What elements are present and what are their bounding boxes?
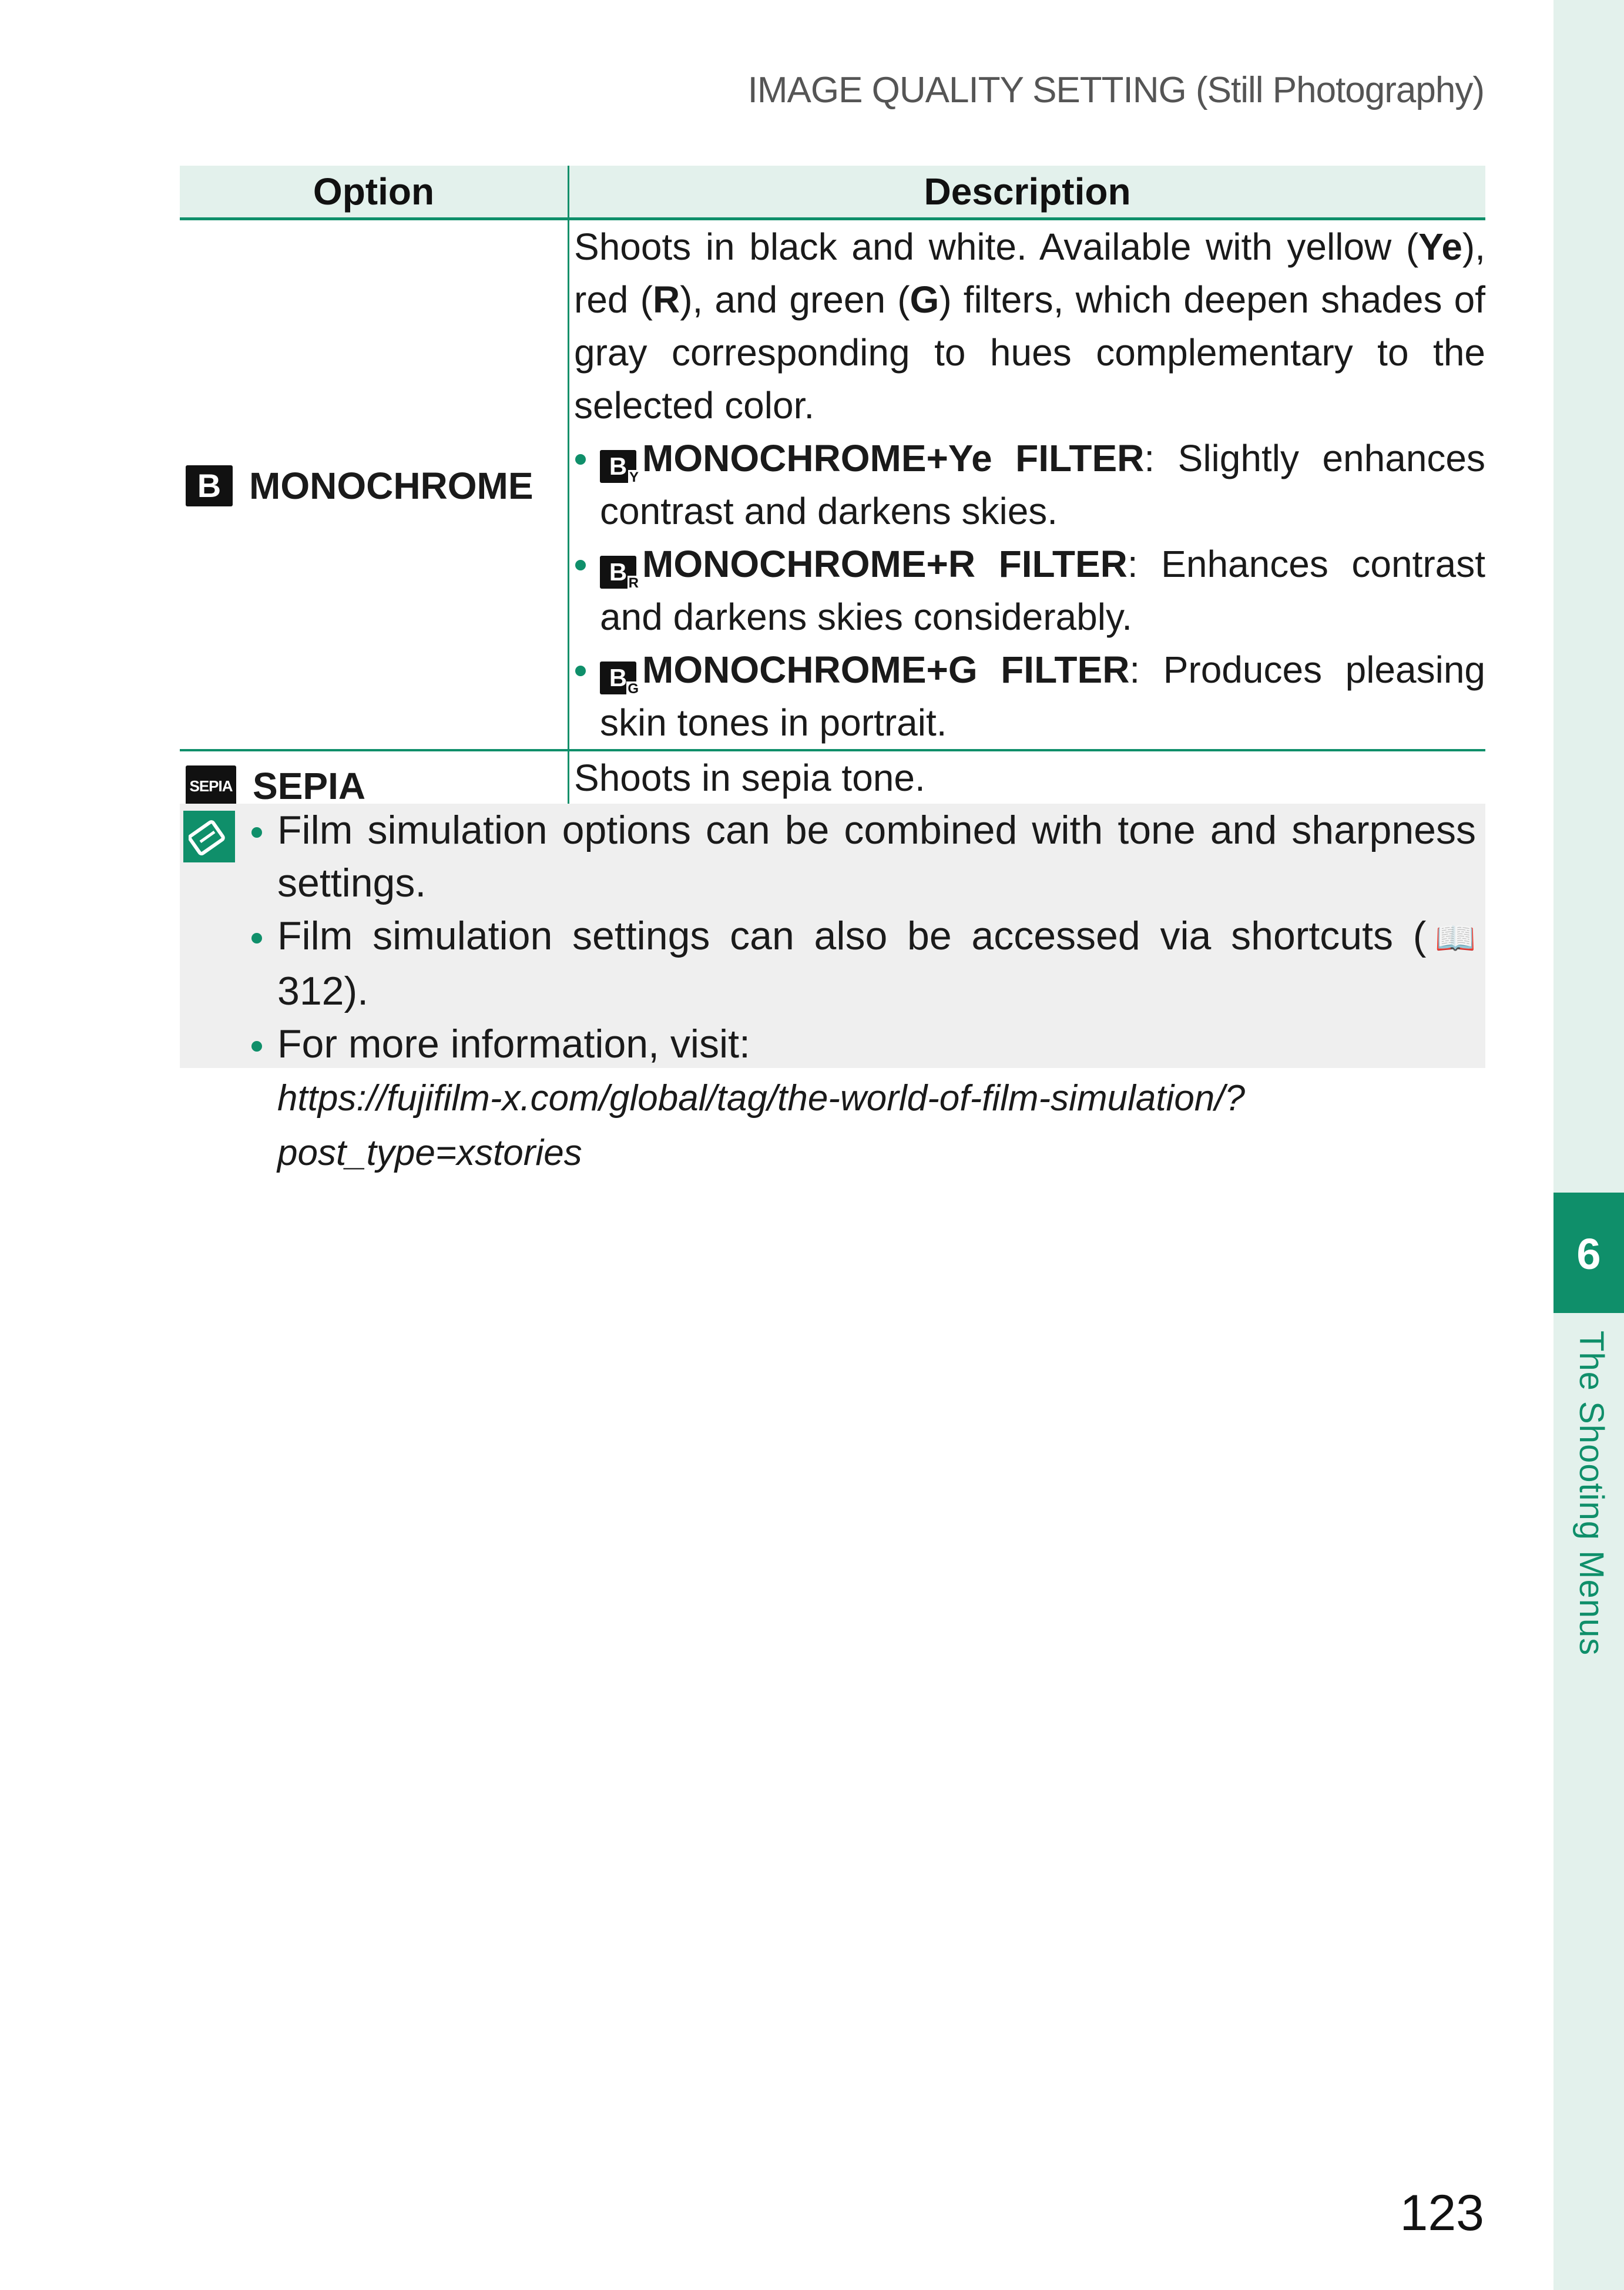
filter-list: B Y MONOCHROME+Ye FILTER: Slightly enhance… bbox=[574, 432, 1485, 749]
note-text: ). bbox=[344, 969, 369, 1013]
description-cell: Shoots in black and white. Available wit… bbox=[568, 219, 1485, 751]
filter-name: MONOCHROME+G FILTER bbox=[642, 649, 1130, 691]
note-text: Film simulation settings can also be acc… bbox=[277, 914, 1427, 958]
filter-code-r: R bbox=[652, 278, 680, 321]
desc-text: Shoots in sepia tone. bbox=[574, 757, 925, 799]
list-item: Film simulation settings can also be acc… bbox=[249, 909, 1476, 1018]
filter-name: MONOCHROME+Ye FILTER bbox=[642, 437, 1145, 479]
table-row-monochrome: B MONOCHROME Shoots in black and white. … bbox=[180, 219, 1485, 751]
list-item: For more information, visit: https://fuji… bbox=[249, 1018, 1476, 1180]
list-item: B G MONOCHROME+G FILTER: Produces pleasing… bbox=[574, 643, 1485, 749]
option-cell: B MONOCHROME bbox=[180, 219, 569, 751]
filter-name: MONOCHROME+R FILTER bbox=[642, 543, 1128, 585]
monochrome-icon: B bbox=[186, 465, 233, 506]
page-ref-link[interactable]: 312 bbox=[277, 969, 344, 1013]
column-header-option: Option bbox=[180, 166, 569, 220]
options-table: Option Description B MONOCHROME Shoots i… bbox=[180, 166, 1485, 812]
option-label: MONOCHROME bbox=[249, 464, 533, 507]
url-link[interactable]: https://fujifilm-x.com/global/tag/the-wo… bbox=[277, 1078, 1245, 1173]
note-list: Film simulation options can be combined … bbox=[249, 804, 1476, 1180]
side-strip bbox=[1553, 0, 1624, 2290]
column-header-description: Description bbox=[568, 166, 1485, 220]
monochrome-r-icon: BR bbox=[600, 556, 640, 591]
monochrome-ye-icon: BY bbox=[600, 450, 640, 485]
note-text: For more information, visit: bbox=[277, 1022, 750, 1066]
list-item: B R MONOCHROME+R FILTER: Enhances contrast… bbox=[574, 538, 1485, 643]
filter-code-ye: Ye bbox=[1418, 226, 1462, 268]
list-item: B Y MONOCHROME+Ye FILTER: Slightly enhance… bbox=[574, 432, 1485, 538]
note-icon bbox=[183, 811, 235, 862]
sepia-icon: SEPIA bbox=[186, 765, 236, 807]
monochrome-g-icon: BG bbox=[600, 662, 640, 697]
desc-text: ), and green ( bbox=[680, 278, 910, 321]
chapter-label: The Shooting Menus bbox=[1572, 1331, 1610, 1656]
page-number: 123 bbox=[1400, 2185, 1485, 2241]
list-item: Film simulation options can be combined … bbox=[249, 804, 1476, 909]
chapter-tab[interactable]: 6 bbox=[1553, 1193, 1624, 1313]
note-box: Film simulation options can be combined … bbox=[180, 804, 1485, 1173]
running-header: IMAGE QUALITY SETTING (Still Photography… bbox=[747, 70, 1485, 110]
option-label: SEPIA bbox=[253, 764, 366, 807]
filter-code-g: G bbox=[910, 278, 939, 321]
note-text: Film simulation options can be combined … bbox=[277, 808, 1476, 905]
desc-text: Shoots in black and white. Available wit… bbox=[574, 226, 1419, 268]
book-icon: 📖 bbox=[1426, 919, 1476, 956]
